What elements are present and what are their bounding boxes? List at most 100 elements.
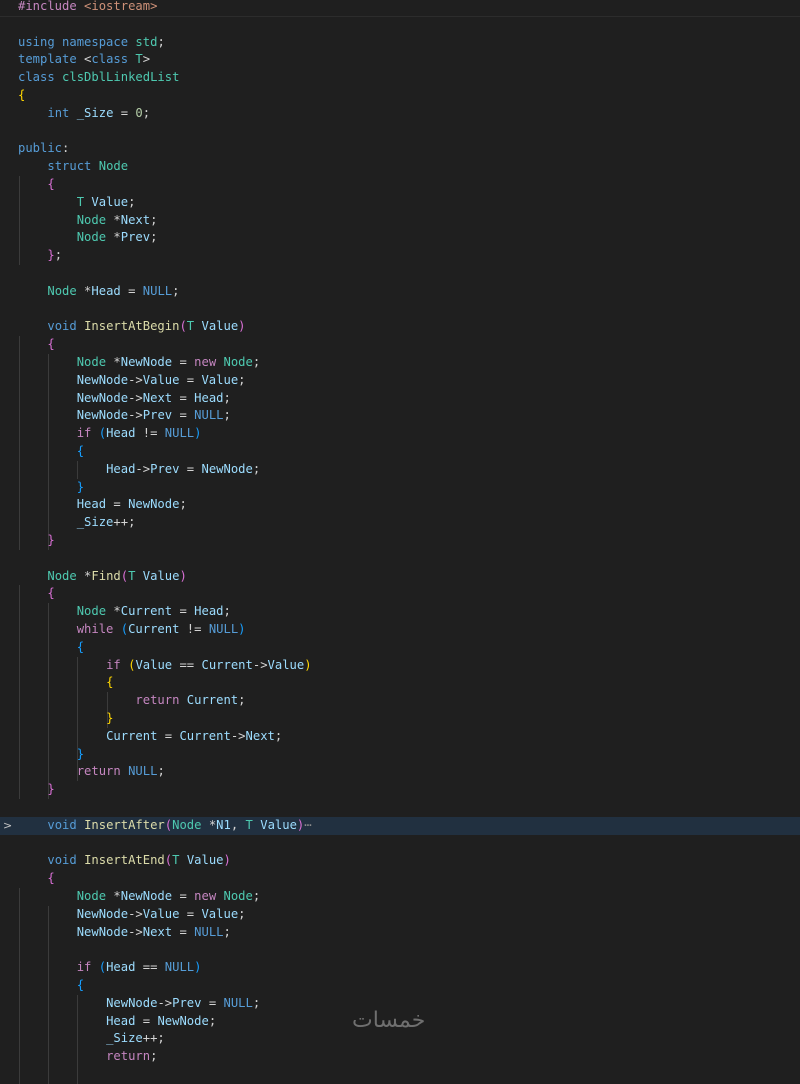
code-line[interactable]: Node *Next; bbox=[0, 212, 800, 230]
code-text: { bbox=[18, 585, 54, 603]
code-line[interactable]: struct Node bbox=[0, 158, 800, 176]
code-token: Prev bbox=[120, 230, 151, 245]
code-line[interactable]: NewNode->Value = Value; bbox=[0, 372, 800, 390]
code-line[interactable]: NewNode->Next = NULL; bbox=[0, 924, 800, 942]
code-line[interactable]: while (Current != NULL) bbox=[0, 621, 800, 639]
code-token: ) bbox=[179, 568, 187, 583]
code-line[interactable]: Node *NewNode = new Node; bbox=[0, 888, 800, 906]
code-token: -> bbox=[252, 657, 268, 672]
code-token: Node bbox=[223, 355, 253, 369]
code-text: Head->Prev = NewNode; bbox=[18, 461, 260, 479]
code-line[interactable]: int _Size = 0; bbox=[0, 105, 800, 123]
code-line[interactable]: { bbox=[0, 176, 800, 194]
code-token: { bbox=[47, 177, 55, 191]
code-text: class clsDblLinkedList bbox=[18, 69, 179, 87]
code-text: Node *Find(T Value) bbox=[18, 568, 187, 586]
code-line[interactable]: _Size++; bbox=[0, 514, 800, 532]
code-token: Node bbox=[76, 889, 107, 903]
code-editor[interactable]: #include <iostream> using namespace std; t… bbox=[0, 0, 800, 1084]
code-line[interactable]: { bbox=[0, 87, 800, 105]
code-line[interactable]: } bbox=[0, 710, 800, 728]
code-token: = bbox=[179, 461, 202, 476]
code-token: { bbox=[47, 337, 55, 352]
fold-chevron-icon[interactable]: > bbox=[3, 817, 13, 835]
code-line[interactable]: NewNode->Value = Value; bbox=[0, 906, 800, 924]
code-token: NewNode bbox=[76, 408, 129, 423]
code-text: } bbox=[18, 746, 84, 764]
code-line[interactable]: { bbox=[0, 870, 800, 888]
code-line[interactable]: Node *Find(T Value) bbox=[0, 568, 800, 586]
code-token: = bbox=[106, 497, 129, 512]
code-line[interactable]: _Size++; bbox=[0, 1030, 800, 1048]
code-token: = bbox=[172, 355, 195, 369]
code-line[interactable]: T Value; bbox=[0, 194, 800, 212]
code-line[interactable]: Head = NewNode; bbox=[0, 496, 800, 514]
code-line[interactable]: } bbox=[0, 746, 800, 764]
code-token: ; bbox=[179, 497, 187, 512]
code-line[interactable]: if (Value == Current->Value) bbox=[0, 657, 800, 675]
code-line[interactable]: { bbox=[0, 585, 800, 603]
code-line[interactable] bbox=[0, 16, 800, 34]
code-token: } bbox=[47, 248, 55, 263]
code-line[interactable]: { bbox=[0, 443, 800, 461]
code-line[interactable]: { bbox=[0, 639, 800, 657]
code-line[interactable]: } bbox=[0, 532, 800, 550]
code-token: { bbox=[76, 978, 85, 992]
code-line[interactable]: } bbox=[0, 781, 800, 799]
code-token: NULL bbox=[208, 622, 239, 636]
code-line[interactable] bbox=[0, 301, 800, 319]
code-line[interactable]: public: bbox=[0, 140, 800, 158]
code-line[interactable] bbox=[0, 265, 800, 283]
code-line[interactable]: return Current; bbox=[0, 692, 800, 710]
code-line[interactable]: { bbox=[0, 336, 800, 354]
code-line[interactable]: Node *Head = NULL; bbox=[0, 283, 800, 301]
code-token: InsertAfter bbox=[84, 817, 165, 832]
code-token: { bbox=[76, 639, 85, 654]
code-line[interactable] bbox=[0, 550, 800, 568]
code-token: Current bbox=[179, 728, 231, 743]
code-line[interactable]: return; bbox=[0, 1048, 800, 1066]
code-token: != bbox=[179, 622, 209, 636]
code-line[interactable]: Node *Current = Head; bbox=[0, 603, 800, 621]
code-line[interactable]: template <class T> bbox=[0, 51, 800, 69]
code-line[interactable]: Node *NewNode = new Node; bbox=[0, 354, 800, 372]
code-token: T bbox=[245, 817, 253, 832]
code-line[interactable]: > void InsertAfter(Node *N1, T Value)⋯ bbox=[0, 816, 800, 835]
code-token: template bbox=[18, 52, 77, 67]
code-line[interactable]: Node *Prev; bbox=[0, 229, 800, 247]
code-line[interactable] bbox=[0, 941, 800, 959]
code-token: * bbox=[106, 604, 121, 619]
code-token: NewNode bbox=[120, 355, 173, 369]
code-line[interactable]: Head->Prev = NewNode; bbox=[0, 461, 800, 479]
code-line[interactable]: }; bbox=[0, 247, 800, 265]
code-line[interactable] bbox=[0, 835, 800, 853]
code-token: ; bbox=[223, 390, 231, 405]
code-line[interactable]: if (Head != NULL) bbox=[0, 425, 800, 443]
code-token: -> bbox=[230, 728, 246, 743]
code-line[interactable]: { bbox=[0, 674, 800, 692]
code-line[interactable] bbox=[0, 799, 800, 817]
code-token: ( bbox=[179, 319, 187, 334]
code-line[interactable]: void InsertAtEnd(T Value) bbox=[0, 852, 800, 870]
code-text: return NULL; bbox=[18, 763, 165, 781]
code-line[interactable]: { bbox=[0, 977, 800, 995]
code-line[interactable]: using namespace std; bbox=[0, 34, 800, 52]
code-line[interactable] bbox=[0, 123, 800, 141]
code-line[interactable]: return NULL; bbox=[0, 763, 800, 781]
code-line[interactable]: void InsertAtBegin(T Value) bbox=[0, 318, 800, 336]
code-line[interactable]: NewNode->Next = Head; bbox=[0, 390, 800, 408]
code-line[interactable]: class clsDblLinkedList bbox=[0, 69, 800, 87]
code-line[interactable]: if (Head == NULL) bbox=[0, 959, 800, 977]
code-text: using namespace std; bbox=[18, 34, 165, 52]
code-line[interactable]: Current = Current->Next; bbox=[0, 728, 800, 746]
code-line[interactable]: NewNode->Prev = NULL; bbox=[0, 407, 800, 425]
code-token: return bbox=[76, 764, 121, 779]
code-token: * bbox=[106, 230, 121, 245]
code-line[interactable]: #include <iostream> bbox=[0, 0, 800, 17]
code-line[interactable]: } bbox=[0, 479, 800, 497]
